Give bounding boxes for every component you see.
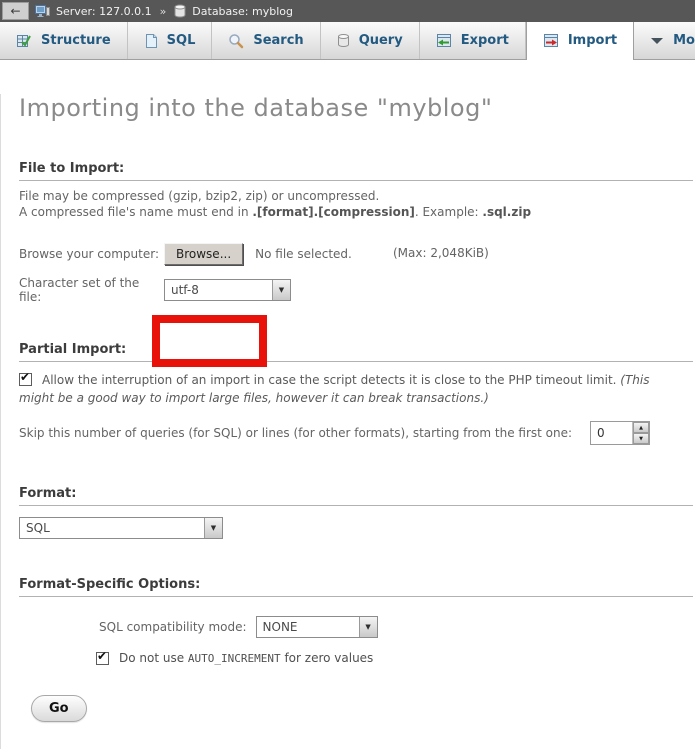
sql-compatibility-select[interactable]: NONE ▼ [256,616,378,638]
format-select[interactable]: SQL ▼ [19,517,223,539]
query-icon [337,33,350,48]
sql-icon [144,33,158,49]
tab-sql[interactable]: SQL [128,22,213,59]
sql-compatibility-label: SQL compatibility mode: [99,620,247,634]
tab-label: More [673,33,695,48]
page-title: Importing into the database "myblog" [19,94,695,122]
stepper-arrows: ▲ ▼ [632,422,649,444]
tab-query[interactable]: Query [321,22,420,59]
tab-bar: Structure SQL Search Query Export Import [0,22,695,60]
breadcrumb-separator: » [160,5,167,18]
auto-increment-checkbox[interactable]: ✔ [96,652,109,665]
go-button[interactable]: Go [31,695,87,722]
tab-export[interactable]: Export [420,22,526,59]
auto-increment-row: ✔ Do not use AUTO_INCREMENT for zero val… [96,651,695,665]
stepper-up-button[interactable]: ▲ [633,422,649,433]
dropdown-arrow-icon: ▼ [272,280,290,300]
browse-label: Browse your computer: [19,247,164,261]
checkmark-icon: ✔ [97,650,107,663]
tab-label: Structure [41,33,111,48]
browse-row: Browse your computer: Browse... No file … [19,242,695,266]
filename-note: A compressed file's name must end in .[f… [19,204,695,220]
allow-interrupt-row: ✔ Allow the interruption of an import in … [19,371,681,407]
breadcrumb-bar: ← Server: 127.0.0.1 » Database: myblog [0,0,695,22]
dropdown-arrow-icon: ▼ [359,617,377,637]
charset-row: Character set of the file: utf-8 ▼ [19,276,695,304]
no-file-selected-text: No file selected. [255,247,352,261]
charset-label: Character set of the file: [19,276,164,304]
tab-label: Import [568,33,617,48]
max-upload-size: (Max: 2,048KiB) [393,246,489,260]
tab-label: Query [359,33,403,48]
auto-increment-label: Do not use AUTO_INCREMENT for zero value… [119,651,373,665]
tab-label: Search [253,33,303,48]
allow-interrupt-label: Allow the interruption of an import in c… [42,373,620,387]
compression-note: File may be compressed (gzip, bzip2, zip… [19,188,695,204]
tab-import[interactable]: Import [526,22,634,60]
export-icon [436,33,452,49]
tab-search[interactable]: Search [212,22,320,59]
file-import-description: File may be compressed (gzip, bzip2, zip… [19,188,695,220]
stepper-down-button[interactable]: ▼ [633,433,649,444]
tab-more[interactable]: More [634,22,695,59]
server-icon [35,4,50,18]
tab-structure[interactable]: Structure [0,22,128,59]
structure-icon [16,33,32,49]
charset-select[interactable]: utf-8 ▼ [164,279,291,301]
main-content: Importing into the database "myblog" Fil… [0,94,695,749]
section-heading-format: Format: [19,486,693,506]
allow-interrupt-checkbox[interactable]: ✔ [19,373,32,386]
skip-queries-stepper[interactable]: 0 ▲ ▼ [590,421,650,445]
tab-label: SQL [167,33,196,48]
section-heading-format-options: Format-Specific Options: [19,577,693,597]
database-icon [174,4,186,18]
skip-queries-value: 0 [591,422,632,444]
section-heading-partial-import: Partial Import: [19,342,693,362]
breadcrumb-server[interactable]: Server: 127.0.0.1 [56,5,152,18]
browse-button[interactable]: Browse... [164,243,243,265]
format-selected-value: SQL [20,518,56,538]
charset-selected-value: utf-8 [165,280,205,300]
skip-queries-row: Skip this number of queries (for SQL) or… [19,421,695,445]
sql-compatibility-value: NONE [257,617,304,637]
sql-compatibility-row: SQL compatibility mode: NONE ▼ [99,616,695,638]
dropdown-arrow-icon: ▼ [204,518,222,538]
back-arrow-icon: ← [10,4,20,18]
import-icon [543,33,559,49]
breadcrumb-database[interactable]: Database: myblog [192,5,293,18]
search-icon [228,33,244,49]
chevron-down-icon [650,37,664,45]
checkmark-icon: ✔ [20,371,30,384]
section-heading-file-to-import: File to Import: [19,161,693,181]
back-button[interactable]: ← [2,2,29,20]
skip-queries-label: Skip this number of queries (for SQL) or… [19,426,572,440]
tab-label: Export [461,33,509,48]
